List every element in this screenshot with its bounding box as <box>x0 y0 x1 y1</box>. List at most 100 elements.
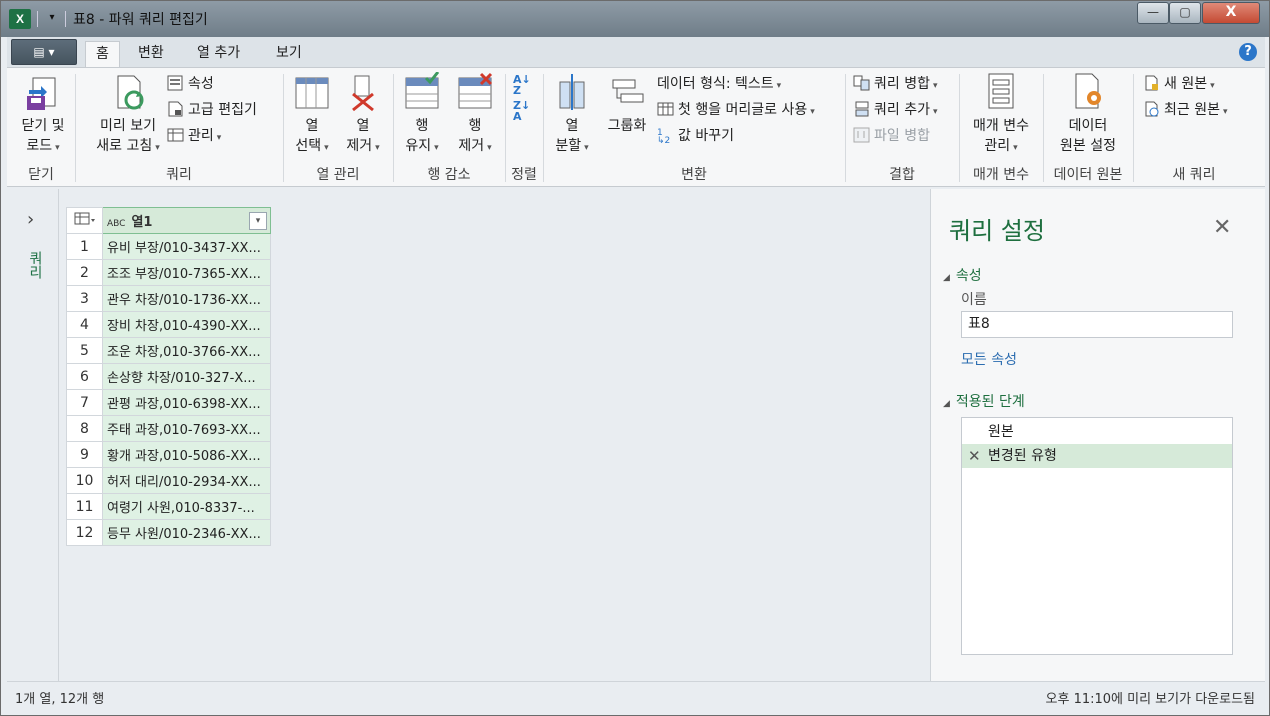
quick-access-dropdown-icon[interactable]: ▾ <box>45 9 59 27</box>
remove-columns-button[interactable]: 열 제거 ▾ <box>337 72 389 158</box>
split-column-label-2: 분할 <box>555 138 582 154</box>
manage-button[interactable]: 관리 ▾ <box>167 126 221 148</box>
divider <box>1043 74 1044 182</box>
sort-ascending-button[interactable]: A↓ Z <box>513 74 531 96</box>
query-name-input[interactable]: 표8 <box>961 311 1233 338</box>
tab-view[interactable]: 보기 <box>266 41 312 67</box>
row-number: 6 <box>66 363 103 390</box>
sort-descending-button[interactable]: Z↓ A <box>513 100 530 122</box>
maximize-button[interactable]: ▢ <box>1169 2 1201 24</box>
manage-parameters-button[interactable]: 매개 변수 관리 ▾ <box>963 72 1039 158</box>
merge-queries-button[interactable]: 쿼리 병합 ▾ <box>853 74 938 96</box>
remove-columns-icon <box>352 75 374 112</box>
expand-chevron-icon[interactable]: › <box>27 209 34 230</box>
step-source[interactable]: 원본 <box>962 420 1232 444</box>
table-row[interactable]: 10 허저 대리/010-2934-XX... <box>66 467 271 494</box>
table-row[interactable]: 4 장비 차장,010-4390-XX... <box>66 311 271 338</box>
close-window-button[interactable]: X <box>1202 2 1260 24</box>
table-row[interactable]: 8 주태 과장,010-7693-XX... <box>66 415 271 442</box>
table-row[interactable]: 3 관우 차장/010-1736-XX... <box>66 285 271 312</box>
properties-button[interactable]: 속성 <box>167 74 214 94</box>
window-title: 표8 - 파워 쿼리 편집기 <box>73 12 208 28</box>
queries-nav-label[interactable]: 쿼리 <box>25 251 45 279</box>
table-cell[interactable]: 유비 부장/010-3437-XX... <box>102 233 271 260</box>
table-cell[interactable]: 장비 차장,010-4390-XX... <box>102 311 271 338</box>
advanced-editor-icon <box>168 101 183 117</box>
refresh-icon <box>117 75 144 110</box>
table-cell[interactable]: 허저 대리/010-2934-XX... <box>102 467 271 494</box>
merge-queries-icon <box>853 75 870 91</box>
properties-label: 속성 <box>188 76 214 92</box>
table-row[interactable]: 11 여령기 사원,010-8337-... <box>66 493 271 520</box>
append-queries-button[interactable]: 쿼리 추가 ▾ <box>853 100 938 122</box>
group-manage-columns: 열 선택 ▾ 열 제거 ▾ 열 관리 <box>285 68 391 187</box>
split-column-button[interactable]: 열 분할 ▾ <box>549 72 595 158</box>
table-row[interactable]: 7 관평 과장,010-6398-XX... <box>66 389 271 416</box>
data-preview-area: ABC 열1 ▾ 1 유비 부장/010-3437-XX... 2 조조 부장/010-… <box>60 189 930 681</box>
remove-rows-icon <box>458 72 493 109</box>
divider <box>75 74 76 182</box>
table-row[interactable]: 5 조운 차장,010-3766-XX... <box>66 337 271 364</box>
properties-section-header[interactable]: ◢ 속성 <box>943 265 982 285</box>
close-load-icon <box>27 77 56 110</box>
table-cell[interactable]: 관우 차장/010-1736-XX... <box>102 285 271 312</box>
table-row[interactable]: 12 등무 사원/010-2346-XX... <box>66 519 271 546</box>
divider <box>393 74 394 182</box>
remove-rows-button[interactable]: 행 제거 ▾ <box>449 72 501 158</box>
file-menu-button[interactable]: ▤ ▾ <box>11 39 77 65</box>
tab-add-column[interactable]: 열 추가 <box>187 41 250 67</box>
help-icon[interactable]: ? <box>1239 43 1257 61</box>
tab-home[interactable]: 홈 <box>85 41 120 67</box>
column-header[interactable]: ABC 열1 ▾ <box>102 207 271 234</box>
all-properties-link[interactable]: 모든 속성 <box>961 349 1017 369</box>
table-cell[interactable]: 손상향 차장/010-327-X... <box>102 363 271 390</box>
table-cell[interactable]: 조운 차장,010-3766-XX... <box>102 337 271 364</box>
tab-transform[interactable]: 변환 <box>128 41 174 67</box>
table-cell[interactable]: 등무 사원/010-2346-XX... <box>102 519 271 546</box>
data-source-settings-button[interactable]: 데이터 원본 설정 <box>1047 72 1129 156</box>
parameters-label-2: 관리 <box>984 138 1011 154</box>
table-row[interactable]: 1 유비 부장/010-3437-XX... <box>66 233 271 260</box>
group-parameters: 매개 변수 관리 ▾ 매개 변수 <box>961 68 1041 187</box>
table-cell[interactable]: 황개 과장,010-5086-XX... <box>102 441 271 468</box>
text-type-icon[interactable]: ABC <box>107 219 125 229</box>
status-bar: 1개 열, 12개 행 오후 11:10에 미리 보기가 다운로드됨 <box>7 681 1265 711</box>
advanced-editor-button[interactable]: 고급 편집기 <box>167 100 257 120</box>
row-number: 10 <box>66 467 103 494</box>
header-row-icon <box>657 102 674 116</box>
table-cell[interactable]: 관평 과장,010-6398-XX... <box>102 389 271 416</box>
excel-icon[interactable]: X <box>9 9 31 29</box>
table-row[interactable]: 6 손상향 차장/010-327-X... <box>66 363 271 390</box>
data-source-label-2: 원본 설정 <box>1060 138 1116 154</box>
data-type-dropdown[interactable]: 데이터 형식: 텍스트 ▾ <box>657 74 781 96</box>
step-changed-type[interactable]: ✕ 변경된 유형 <box>962 444 1232 468</box>
table-menu-icon[interactable] <box>66 207 103 234</box>
remove-rows-label-1: 행 <box>468 118 482 134</box>
refresh-preview-button[interactable]: 미리 보기 새로 고침 ▾ <box>87 72 169 158</box>
row-number: 2 <box>66 259 103 286</box>
choose-columns-button[interactable]: 열 선택 ▾ <box>287 72 337 158</box>
replace-values-button[interactable]: 1 ↳2 값 바꾸기 <box>657 126 734 146</box>
properties-section-label: 속성 <box>955 268 982 284</box>
combine-files-button[interactable]: 파일 병합 <box>853 126 930 146</box>
table-row[interactable]: 9 황개 과장,010-5086-XX... <box>66 441 271 468</box>
table-row[interactable]: 2 조조 부장/010-7365-XX... <box>66 259 271 286</box>
minimize-button[interactable]: — <box>1137 2 1169 24</box>
recent-sources-button[interactable]: 최근 원본 ▾ <box>1143 100 1228 122</box>
table-cell[interactable]: 여령기 사원,010-8337-... <box>102 493 271 520</box>
use-first-row-as-headers-button[interactable]: 첫 행을 머리글로 사용 ▾ <box>657 100 815 122</box>
column-filter-dropdown-icon[interactable]: ▾ <box>249 212 267 230</box>
remove-columns-label-1: 열 <box>356 118 370 134</box>
delete-step-icon[interactable]: ✕ <box>968 444 981 468</box>
table-cell[interactable]: 주태 과장,010-7693-XX... <box>102 415 271 442</box>
group-label-combine: 결합 <box>889 167 915 183</box>
close-pane-icon[interactable]: ✕ <box>1213 215 1231 240</box>
new-source-button[interactable]: 새 원본 ▾ <box>1143 74 1215 96</box>
applied-steps-section-header[interactable]: ◢ 적용된 단계 <box>943 391 1025 411</box>
recent-sources-label: 최근 원본 <box>1164 102 1220 118</box>
keep-rows-button[interactable]: 행 유지 ▾ <box>397 72 447 158</box>
group-query: 미리 보기 새로 고침 ▾ 속성 고급 편집기 관리 ▾ 쿼리 <box>77 68 281 187</box>
close-and-load-button[interactable]: 닫기 및 로드 ▾ <box>13 72 73 158</box>
group-by-button[interactable]: 그룹화 <box>599 72 655 136</box>
table-cell[interactable]: 조조 부장/010-7365-XX... <box>102 259 271 286</box>
